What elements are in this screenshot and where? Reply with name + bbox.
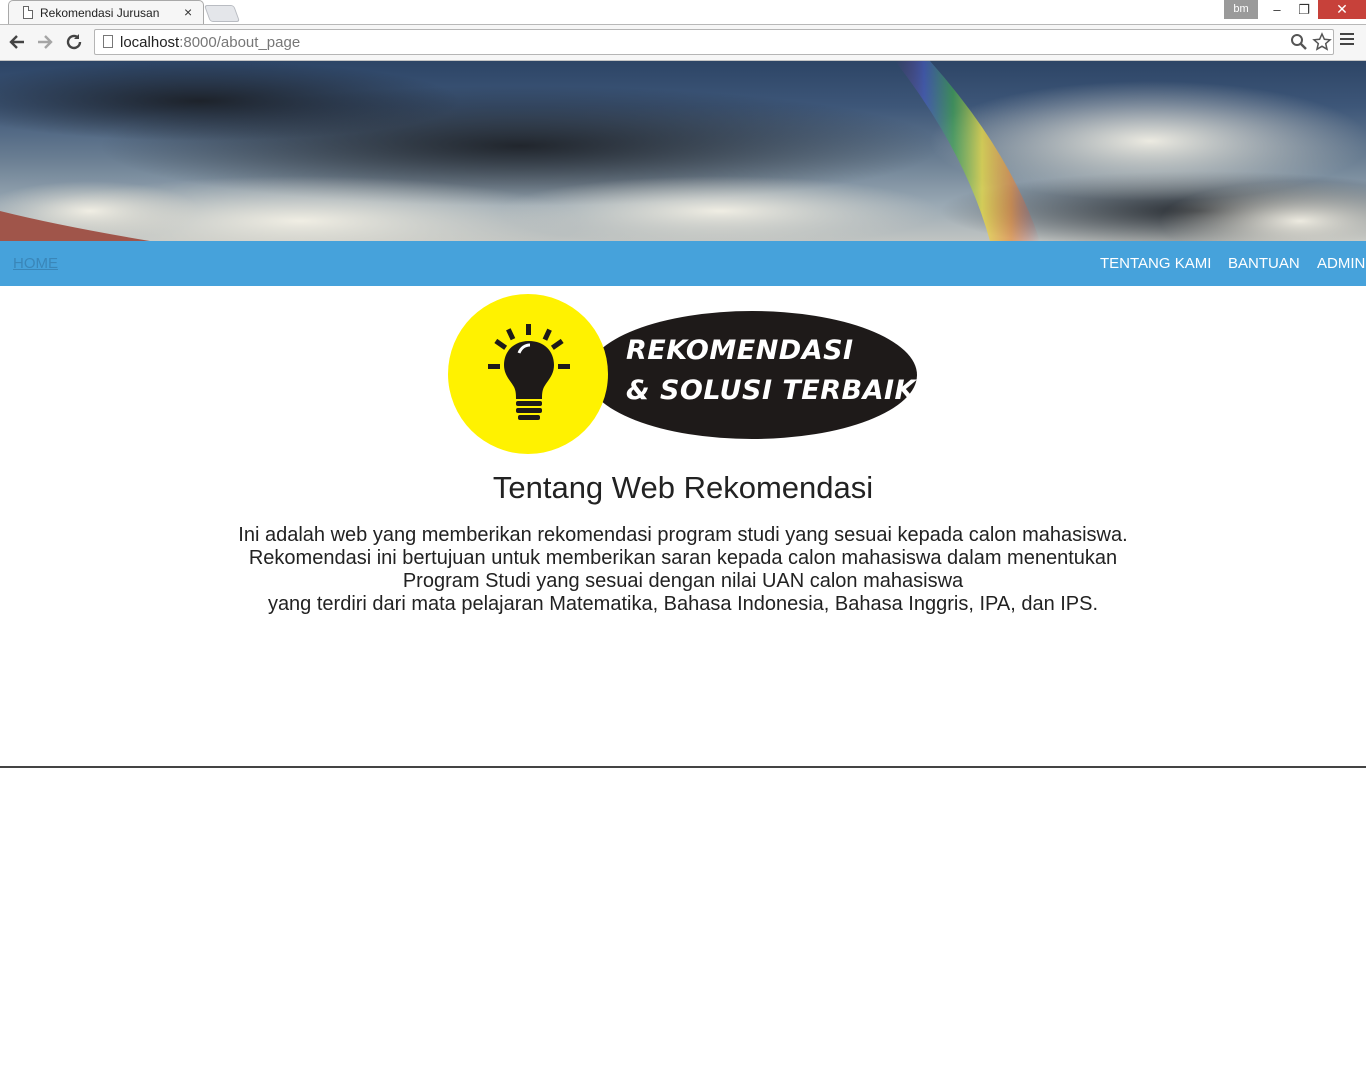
browser-toolbar: localhost:8000/about_page [0,25,1366,61]
browser-tab[interactable]: Rekomendasi Jurusan × [8,0,204,25]
profile-button[interactable]: bm [1224,0,1258,19]
address-bar[interactable]: localhost:8000/about_page [94,29,1334,55]
about-paragraph: Ini adalah web yang memberikan rekomenda… [150,524,1216,616]
restore-button[interactable]: ❐ [1291,0,1317,19]
close-tab-icon[interactable]: × [184,4,192,20]
menu-icon[interactable] [1340,33,1354,45]
close-window-button[interactable]: ✕ [1318,0,1366,19]
logo-text-line1: REKOMENDASI [626,335,854,366]
nav-home-link[interactable]: HOME [13,255,58,272]
page-icon [103,35,113,48]
back-arrow-icon[interactable] [6,31,28,53]
about-text-line: Program Studi yang sesuai dengan nilai U… [402,570,964,592]
nav-admin-link[interactable]: ADMIN [1317,255,1365,272]
page-icon [23,6,33,19]
site-logo: REKOMENDASI & SOLUSI TERBAIK [448,293,918,455]
nav-tentang-kami-link[interactable]: TENTANG KAMI [1100,255,1211,272]
zoom-icon[interactable] [1290,32,1308,57]
minimize-button[interactable]: – [1264,0,1290,19]
nav-bantuan-link[interactable]: BANTUAN [1228,255,1300,272]
bookmark-star-icon[interactable] [1312,32,1332,57]
header-banner-image [0,61,1366,241]
forward-arrow-icon[interactable] [34,31,56,53]
reload-icon[interactable] [63,31,85,53]
logo-text-line2: & SOLUSI TERBAIK [626,375,916,406]
page-title: Tentang Web Rekomendasi [492,470,874,505]
about-text-line: yang terdiri dari mata pelajaran Matemat… [267,593,1099,615]
url-path: :8000/about_page [179,34,301,51]
url-text[interactable]: localhost:8000/about_page [120,34,300,51]
tab-title: Rekomendasi Jurusan [40,6,160,20]
about-text-line: Ini adalah web yang memberikan rekomenda… [238,524,1128,546]
top-navigation-bar: HOME TENTANG KAMI BANTUAN ADMIN [0,241,1366,286]
footer-divider [0,766,1366,768]
new-tab-button[interactable] [203,5,241,22]
url-host: localhost [120,34,180,51]
about-text-line: Rekomendasi ini bertujuan untuk memberik… [248,547,1118,569]
tab-strip: Rekomendasi Jurusan × bm – ❐ ✕ [0,0,1366,25]
